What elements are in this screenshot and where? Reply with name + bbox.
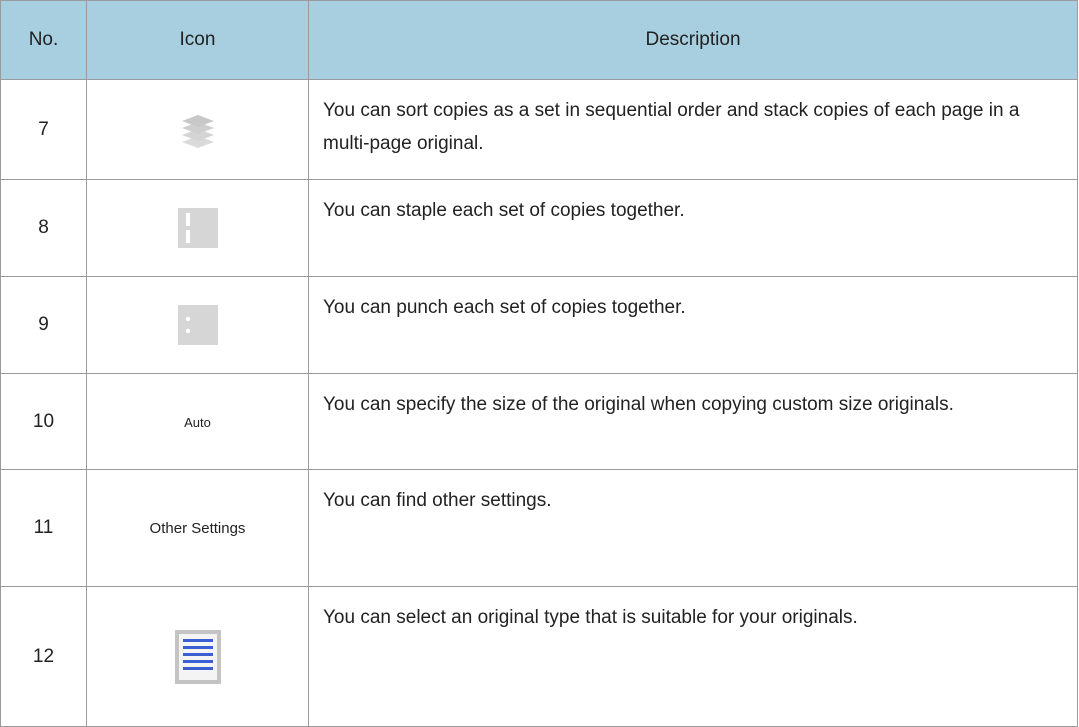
header-description: Description xyxy=(308,0,1078,80)
original-type-icon xyxy=(174,629,221,684)
row-description: You can select an original type that is … xyxy=(308,586,1078,727)
header-icon: Icon xyxy=(86,0,309,80)
row-description: You can find other settings. xyxy=(308,469,1078,587)
table-row: 9 You can punch each set of copies toget… xyxy=(0,276,1078,374)
icon-description-table: No. Icon Description 7 You can sort copi… xyxy=(0,0,1078,727)
sort-stack-icon xyxy=(181,114,214,148)
row-number: 12 xyxy=(0,586,87,727)
row-description: You can staple each set of copies togeth… xyxy=(308,179,1078,277)
row-description: You can specify the size of the original… xyxy=(308,373,1078,470)
staple-icon xyxy=(177,208,218,248)
table-row: 7 You can sort copies as a set in sequen… xyxy=(0,79,1078,180)
other-settings-text-icon: Other Settings xyxy=(149,520,246,537)
row-number: 8 xyxy=(0,179,87,277)
table-row: 10 Auto You can specify the size of the … xyxy=(0,373,1078,470)
header-no: No. xyxy=(0,0,87,80)
punch-icon xyxy=(177,305,218,345)
row-description: You can sort copies as a set in sequenti… xyxy=(308,79,1078,180)
table-row: 8 You can staple each set of copies toge… xyxy=(0,179,1078,277)
header-row: No. Icon Description xyxy=(0,0,1078,80)
table-row: 11 Other Settings You can find other set… xyxy=(0,469,1078,587)
row-number: 11 xyxy=(0,469,87,587)
row-number: 10 xyxy=(0,373,87,470)
row-number: 7 xyxy=(0,79,87,180)
row-description: You can punch each set of copies togethe… xyxy=(308,276,1078,374)
auto-text-icon: Auto xyxy=(184,414,211,430)
table-row: 12 You can select an original type that … xyxy=(0,586,1078,727)
row-number: 9 xyxy=(0,276,87,374)
